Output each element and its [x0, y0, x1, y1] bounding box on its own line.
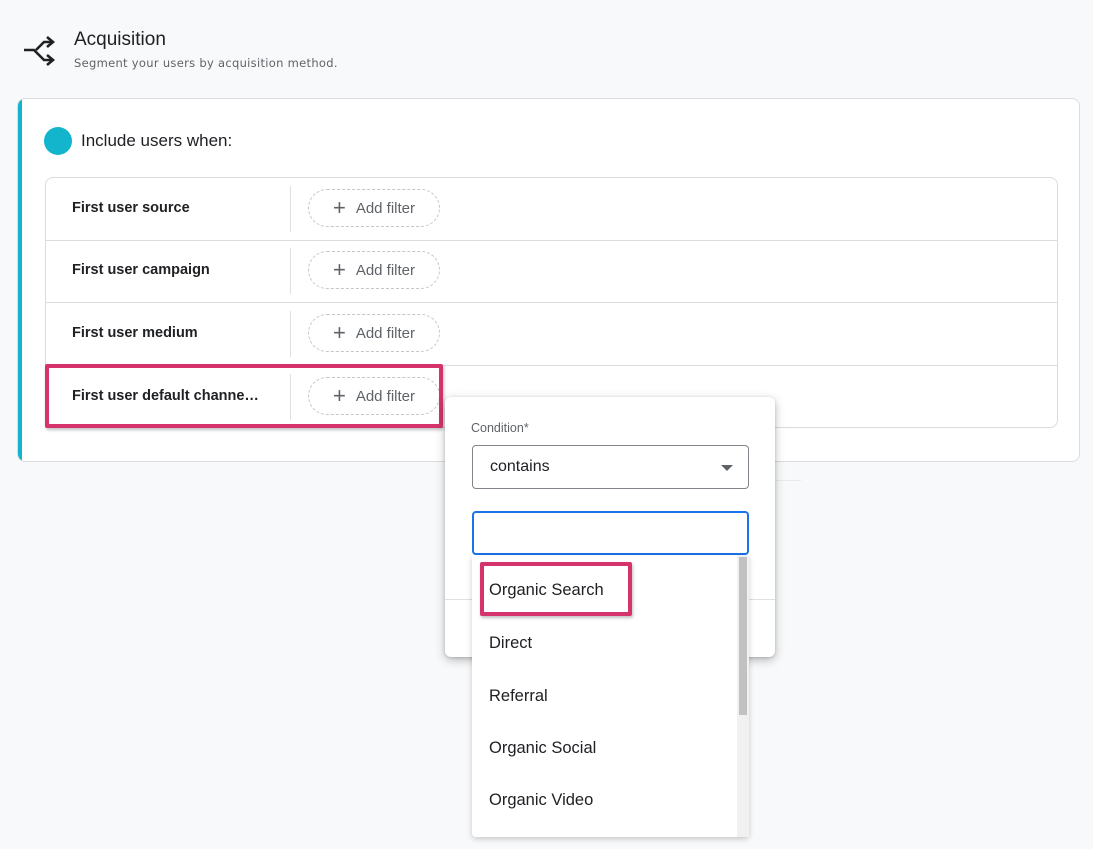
table-row: First user medium + Add filter — [46, 303, 1057, 366]
value-search-input[interactable] — [472, 511, 749, 555]
scrollbar-track[interactable] — [737, 555, 749, 837]
table-row: First user source + Add filter — [46, 178, 1057, 241]
condition-value: contains — [490, 458, 550, 475]
add-filter-button[interactable]: + Add filter — [308, 314, 440, 352]
option-organic-social[interactable]: Organic Social — [472, 722, 737, 775]
table-row: First user campaign + Add filter — [46, 240, 1057, 303]
page-title: Acquisition — [74, 29, 166, 50]
add-filter-button[interactable]: + Add filter — [308, 189, 440, 227]
row-label: First user campaign — [72, 262, 210, 278]
plus-icon: + — [332, 195, 346, 220]
row-label: First user source — [72, 200, 190, 216]
row-highlight-box — [45, 364, 443, 428]
group-dot-icon — [44, 127, 72, 155]
add-filter-button[interactable]: + Add filter — [308, 251, 440, 289]
include-label: Include users when: — [81, 131, 233, 150]
option-direct[interactable]: Direct — [472, 617, 737, 670]
row-divider — [290, 248, 291, 294]
section-header: Acquisition Segment your users by acquis… — [22, 28, 338, 70]
dropdown-arrow-icon — [721, 465, 733, 471]
include-header: Include users when: — [44, 127, 232, 155]
page: Acquisition Segment your users by acquis… — [0, 0, 1093, 849]
add-filter-label: Add filter — [355, 261, 416, 279]
add-filter-label: Add filter — [355, 324, 416, 342]
option-highlight-box — [480, 562, 632, 616]
condition-select[interactable]: contains — [472, 445, 749, 489]
row-divider — [290, 311, 291, 357]
row-label: First user medium — [72, 325, 198, 341]
scrollbar-thumb[interactable] — [739, 557, 747, 715]
shuffle-icon — [24, 36, 56, 66]
card-accent-bar — [18, 99, 22, 461]
condition-label: Condition* — [471, 421, 529, 435]
add-filter-label: Add filter — [355, 199, 416, 217]
plus-icon: + — [332, 257, 346, 282]
page-subtitle: Segment your users by acquisition method… — [74, 56, 338, 70]
option-organic-video[interactable]: Organic Video — [472, 774, 737, 827]
row-divider — [290, 186, 291, 232]
plus-icon: + — [332, 320, 346, 345]
option-referral[interactable]: Referral — [472, 670, 737, 723]
